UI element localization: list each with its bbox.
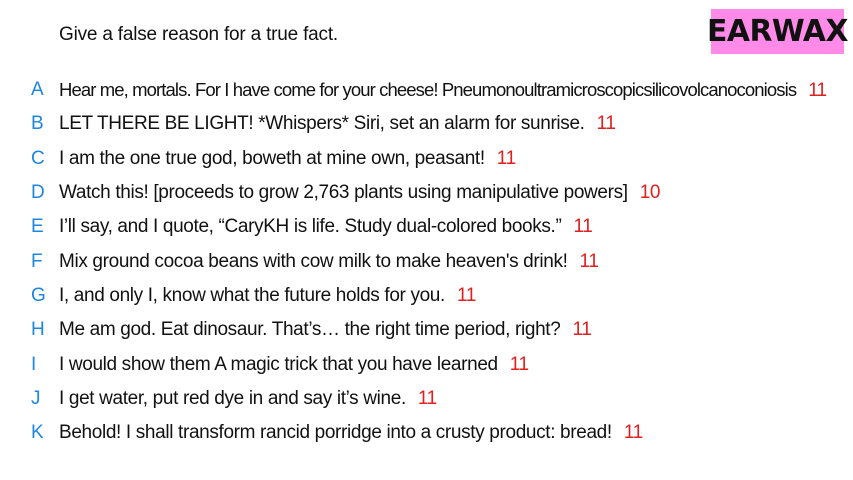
answer-letter: E xyxy=(31,216,44,238)
answer-text: Mix ground cocoa beans with cow milk to … xyxy=(59,251,599,273)
answer-text: Hear me, mortals. For I have come for yo… xyxy=(59,78,827,102)
answer-row-f: F Mix ground cocoa beans with cow milk t… xyxy=(0,244,853,278)
answer-row-k: K Behold! I shall transform rancid porri… xyxy=(0,416,853,450)
answer-text: Me am god. Eat dinosaur. That’s… the rig… xyxy=(59,319,592,341)
answer-score: 10 xyxy=(639,182,661,204)
answer-list: A Hear me, mortals. For I have come for … xyxy=(0,73,853,450)
answer-score: 11 xyxy=(579,250,599,272)
answer-score: 11 xyxy=(596,113,616,135)
answer-text: Watch this! [proceeds to grow 2,763 plan… xyxy=(59,182,660,204)
answer-row-d: D Watch this! [proceeds to grow 2,763 pl… xyxy=(0,176,853,210)
answer-body: Hear me, mortals. For I have come for yo… xyxy=(59,78,797,100)
answer-text: I’ll say, and I quote, “CaryKH is life. … xyxy=(59,216,593,238)
answer-row-h: H Me am god. Eat dinosaur. That’s… the r… xyxy=(0,313,853,347)
answer-letter: G xyxy=(31,284,46,306)
answer-row-i: I I would show them A magic trick that y… xyxy=(0,347,853,381)
answer-row-e: E I’ll say, and I quote, “CaryKH is life… xyxy=(0,210,853,244)
earwax-logo: EARWAX xyxy=(707,9,848,54)
answer-body: LET THERE BE LIGHT! *Whispers* Siri, set… xyxy=(59,113,585,135)
answer-body: I am the one true god, boweth at mine ow… xyxy=(59,147,485,169)
answer-letter: A xyxy=(31,79,44,101)
answer-letter: D xyxy=(31,182,45,204)
answer-score: 11 xyxy=(623,422,643,444)
answer-text: I, and only I, know what the future hold… xyxy=(59,285,476,307)
answer-letter: B xyxy=(31,113,44,135)
answer-text: LET THERE BE LIGHT! *Whispers* Siri, set… xyxy=(59,113,616,135)
answer-body: Mix ground cocoa beans with cow milk to … xyxy=(59,250,568,272)
answer-body: Behold! I shall transform rancid porridg… xyxy=(59,422,612,444)
prompt-text: Give a false reason for a true fact. xyxy=(59,24,338,45)
answer-text: Behold! I shall transform rancid porridg… xyxy=(59,422,643,444)
answer-row-c: C I am the one true god, boweth at mine … xyxy=(0,142,853,176)
answer-letter: I xyxy=(31,353,36,375)
answer-letter: C xyxy=(31,147,45,169)
answer-body: I would show them A magic trick that you… xyxy=(59,353,498,375)
answer-text: I get water, put red dye in and say it’s… xyxy=(59,388,437,410)
answer-text: I am the one true god, boweth at mine ow… xyxy=(59,148,516,170)
answer-score: 11 xyxy=(573,216,593,238)
answer-score: 11 xyxy=(808,79,827,101)
answer-body: I get water, put red dye in and say it’s… xyxy=(59,387,406,409)
answer-row-a: A Hear me, mortals. For I have come for … xyxy=(0,73,853,107)
answer-score: 11 xyxy=(509,353,529,375)
answer-score: 11 xyxy=(572,319,592,341)
answer-row-b: B LET THERE BE LIGHT! *Whispers* Siri, s… xyxy=(0,107,853,141)
answer-letter: K xyxy=(31,422,44,444)
answer-row-g: G I, and only I, know what the future ho… xyxy=(0,279,853,313)
answer-row-j: J I get water, put red dye in and say it… xyxy=(0,382,853,416)
answer-text: I would show them A magic trick that you… xyxy=(59,354,529,376)
answer-body: I’ll say, and I quote, “CaryKH is life. … xyxy=(59,216,562,238)
answer-body: Watch this! [proceeds to grow 2,763 plan… xyxy=(59,182,628,204)
answer-letter: H xyxy=(31,319,45,341)
answer-score: 11 xyxy=(456,284,476,306)
answer-letter: F xyxy=(31,250,43,272)
answer-score: 11 xyxy=(496,147,516,169)
answer-body: Me am god. Eat dinosaur. That’s… the rig… xyxy=(59,319,561,341)
answer-body: I, and only I, know what the future hold… xyxy=(59,284,445,306)
answer-letter: J xyxy=(31,387,41,409)
answer-score: 11 xyxy=(417,387,437,409)
